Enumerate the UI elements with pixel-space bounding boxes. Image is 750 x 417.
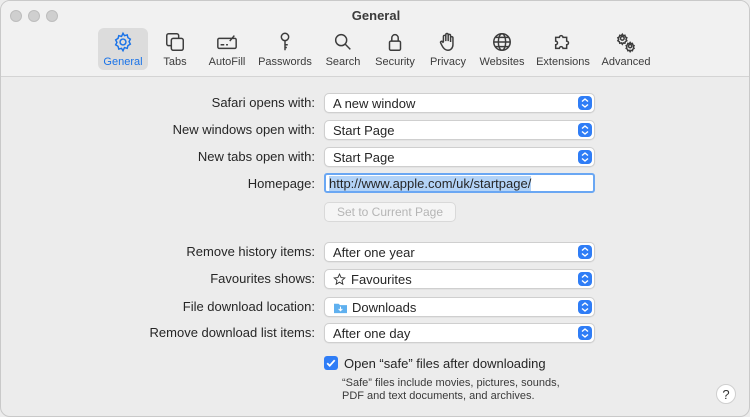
- remove-download-list-items-select[interactable]: After one day: [324, 323, 595, 343]
- select-value: A new window: [333, 95, 416, 111]
- select-value: Start Page: [333, 122, 395, 138]
- remove-history-items-select[interactable]: After one year: [324, 242, 595, 262]
- new-windows-open-with-select[interactable]: Start Page: [324, 120, 595, 140]
- file-download-location-label: File download location:: [182, 299, 315, 314]
- open-safe-files-label: Open “safe” files after downloading: [344, 356, 546, 371]
- remove-download-list-items-label: Remove download list items:: [149, 325, 315, 340]
- tab-label: Websites: [479, 56, 525, 68]
- chevron-updown-icon: [578, 300, 592, 314]
- select-value: Downloads: [352, 299, 417, 315]
- homepage-input[interactable]: http://www.apple.com/uk/startpage/: [324, 173, 595, 193]
- select-value: After one day: [333, 325, 411, 341]
- globe-icon: [493, 33, 511, 51]
- tab-label: Security: [375, 56, 415, 68]
- new-windows-open-with-label: New windows open with:: [172, 122, 315, 137]
- chevron-updown-icon: [578, 123, 592, 137]
- set-to-current-page-button[interactable]: Set to Current Page: [324, 202, 456, 222]
- chevron-updown-icon: [578, 245, 592, 259]
- homepage-value: http://www.apple.com/uk/startpage/: [329, 175, 532, 191]
- tab-label: Extensions: [536, 56, 590, 68]
- checkmark-icon: [326, 359, 336, 368]
- select-value: Favourites: [351, 271, 412, 287]
- tab-general[interactable]: General: [98, 28, 148, 70]
- safe-files-note-line1: “Safe” files include movies, pictures, s…: [342, 377, 560, 389]
- chevron-updown-icon: [578, 272, 592, 286]
- tab-tabs[interactable]: Tabs: [155, 28, 195, 70]
- tab-passwords[interactable]: Passwords: [257, 28, 313, 70]
- puzzle-icon: [554, 34, 570, 50]
- window-title: General: [351, 8, 401, 23]
- chevron-updown-icon: [578, 96, 592, 110]
- gear-icon: [114, 31, 132, 53]
- favourites-shows-label: Favourites shows:: [210, 271, 315, 286]
- help-button[interactable]: ?: [716, 384, 736, 404]
- tab-label: Search: [325, 56, 361, 68]
- tab-extensions[interactable]: Extensions: [534, 28, 592, 70]
- tab-label: Passwords: [258, 56, 312, 68]
- search-icon: [334, 33, 351, 50]
- tab-label: Advanced: [601, 56, 651, 68]
- chevron-updown-icon: [578, 150, 592, 164]
- tab-label: General: [103, 56, 143, 68]
- star-icon: [333, 272, 346, 285]
- tab-search[interactable]: Search: [322, 28, 364, 70]
- file-download-location-select[interactable]: Downloads: [324, 297, 595, 317]
- tab-label: Tabs: [163, 56, 187, 68]
- tab-autofill[interactable]: AutoFill: [205, 28, 249, 70]
- select-value: After one year: [333, 244, 415, 260]
- autofill-icon: [217, 35, 237, 50]
- lock-icon: [388, 34, 402, 51]
- key-icon: [280, 32, 290, 51]
- tabs-icon: [166, 33, 184, 51]
- tab-advanced[interactable]: Advanced: [599, 28, 653, 70]
- safari-opens-with-select[interactable]: A new window: [324, 93, 595, 113]
- remove-history-items-label: Remove history items:: [186, 244, 315, 259]
- gears-icon: [616, 32, 636, 53]
- new-tabs-open-with-label: New tabs open with:: [197, 149, 315, 164]
- favourites-shows-select[interactable]: Favourites: [324, 269, 595, 289]
- preferences-window: General General Tabs AutoFill Passwords …: [0, 0, 750, 417]
- tab-websites[interactable]: Websites: [477, 28, 527, 70]
- homepage-label: Homepage:: [247, 176, 315, 191]
- tab-label: AutoFill: [208, 56, 246, 68]
- toolbar: General General Tabs AutoFill Passwords …: [1, 1, 749, 77]
- tab-label: Privacy: [429, 56, 467, 68]
- tab-privacy[interactable]: Privacy: [426, 28, 470, 70]
- chevron-updown-icon: [578, 326, 592, 340]
- folder-icon: [334, 303, 347, 313]
- safe-files-note-line2: PDF and text documents, and archives.: [342, 390, 535, 402]
- tab-security[interactable]: Security: [372, 28, 418, 70]
- safari-opens-with-label: Safari opens with:: [211, 95, 315, 110]
- hand-icon: [439, 32, 454, 51]
- new-tabs-open-with-select[interactable]: Start Page: [324, 147, 595, 167]
- select-value: Start Page: [333, 149, 395, 165]
- open-safe-files-checkbox[interactable]: [324, 356, 338, 370]
